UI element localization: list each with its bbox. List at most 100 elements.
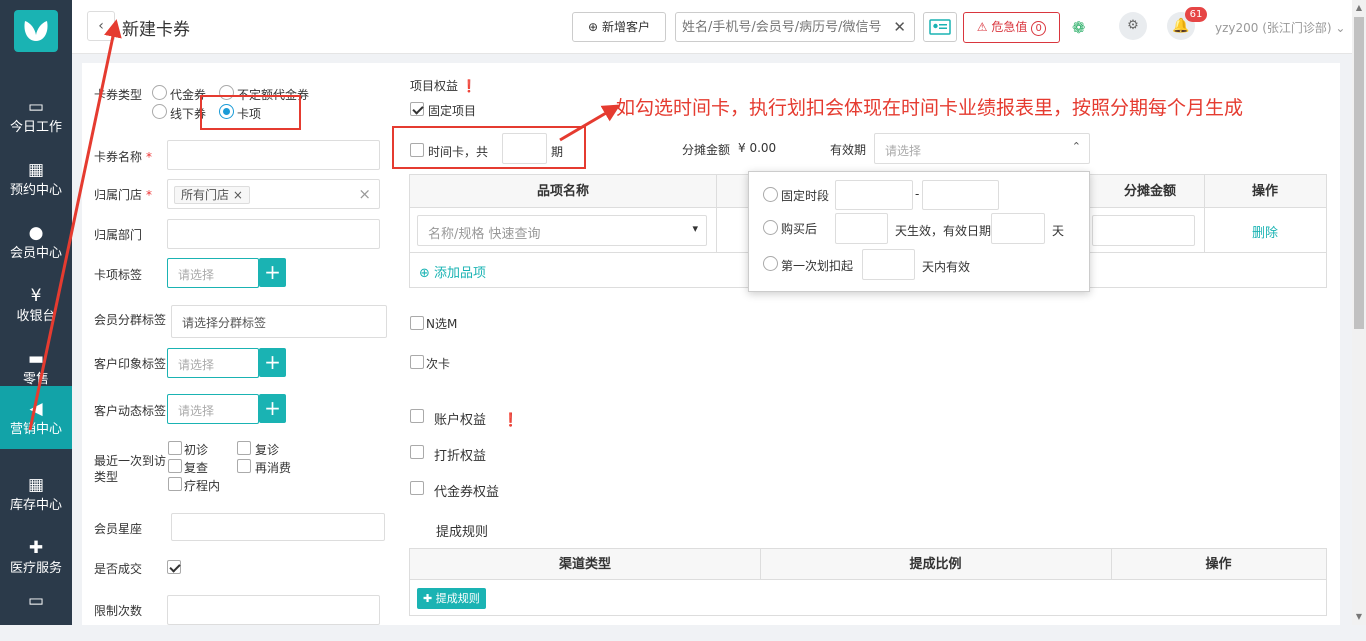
grid-icon: ▦ <box>27 475 45 495</box>
checkbox-reconsume[interactable] <box>237 459 251 473</box>
col-commission-actions: 操作 <box>1205 557 1232 572</box>
voucher-rights-checkbox[interactable] <box>410 481 424 495</box>
fixed-item-checkbox[interactable] <box>410 102 424 116</box>
add-commission-rule-button[interactable]: ✚ 提成规则 <box>417 588 486 609</box>
scrollbar-thumb[interactable] <box>1354 17 1364 329</box>
project-rights-title: 项目权益 ❗ <box>410 79 477 93</box>
app-logo[interactable] <box>14 10 58 52</box>
valid-days-input[interactable] <box>991 213 1045 244</box>
dept-input[interactable] <box>167 219 380 249</box>
days-unit: 天 <box>1052 224 1065 238</box>
medkit-icon: ✚ <box>28 538 44 558</box>
nav-item-members[interactable]: ● 会员中心 <box>0 210 72 273</box>
n-choose-m-checkbox[interactable] <box>410 316 424 330</box>
nav-item-inventory[interactable]: ▦ 库存中心 <box>0 462 72 525</box>
dynamic-tag-select[interactable]: 请选择 <box>167 394 259 424</box>
constellation-input[interactable] <box>171 513 385 541</box>
radio-first-deduct[interactable] <box>763 256 778 271</box>
commission-title: 提成规则 <box>436 525 489 540</box>
fixed-period-start-input[interactable] <box>835 180 913 210</box>
validity-select[interactable]: 请选择 ⌃ <box>874 133 1090 164</box>
time-card-period-unit: 期 <box>551 145 564 159</box>
caret-down-icon: ▾ <box>692 222 698 235</box>
add-impression-tag-button[interactable]: + <box>259 348 286 377</box>
col-item-name: 品项名称 <box>410 175 716 208</box>
account-rights-label: 账户权益 ❗ <box>434 413 519 428</box>
page-title: 新建卡券 <box>122 20 190 40</box>
nav-item-cashier[interactable]: ¥ 收银台 <box>0 273 72 336</box>
info-icon[interactable]: ❗ <box>503 413 519 428</box>
radio-fixed-period[interactable] <box>763 187 778 202</box>
wechat-icon[interactable]: ❁ <box>1072 18 1085 37</box>
visit-type-label: 最近一次到访 <box>94 454 167 468</box>
nav-item-marketing[interactable]: ◀ 营销中心 <box>0 386 72 449</box>
scroll-down-icon[interactable]: ▼ <box>1352 609 1366 625</box>
add-item-link[interactable]: ⊕ 添加品项 <box>419 262 486 281</box>
group-tag-label: 会员分群标签 <box>94 313 167 327</box>
after-purchase-label: 购买后 <box>781 222 818 236</box>
critical-value-label: 危急值 <box>991 20 1028 34</box>
deal-checkbox[interactable] <box>167 560 181 574</box>
delete-link[interactable]: 删除 <box>1252 222 1278 241</box>
time-card-checkbox[interactable] <box>410 143 424 157</box>
nav-item-today-work[interactable]: ▭ 今日工作 <box>0 84 72 147</box>
item-search-select[interactable]: 名称/规格 快速查询 ▾ <box>417 215 707 246</box>
col-share-amount: 分摊金额 <box>1096 175 1204 208</box>
top-bar: ‹ 新建卡券 ⊕ 新增客户 ✕ ⚠ 危急值 0 ❁ ⚙ 🔔 61 yzy200 … <box>72 0 1352 54</box>
nav-item-more[interactable]: ▭ <box>0 578 72 641</box>
radio-voucher[interactable] <box>152 85 167 100</box>
group-tag-select[interactable]: 请选择分群标签 <box>171 305 387 338</box>
checkbox-in-treatment[interactable] <box>168 477 182 491</box>
valid-within-label: 天内有效 <box>922 260 971 274</box>
discount-rights-checkbox[interactable] <box>410 445 424 459</box>
card-tag-select[interactable]: 请选择 <box>167 258 259 288</box>
id-card-button[interactable] <box>923 12 957 42</box>
fixed-item-label: 固定项目 <box>428 104 477 118</box>
form-panel: 卡券类型 代金券 不定额代金券 线下券 卡项 卡券名称 * 归属门店 * 所有门店 … <box>82 63 1340 625</box>
add-dynamic-tag-button[interactable]: + <box>259 394 286 423</box>
checkbox-return-visit[interactable] <box>237 441 251 455</box>
annotation-text: 如勾选时间卡，执行划扣会体现在时间卡业绩报表里，按照分期每个月生成 <box>616 97 1244 119</box>
clear-search-icon[interactable]: ✕ <box>893 18 906 36</box>
limit-count-input[interactable] <box>167 595 380 625</box>
impression-tag-select[interactable]: 请选择 <box>167 348 259 378</box>
warning-icon: ⚠ <box>976 20 988 34</box>
first-visit-label: 初诊 <box>184 443 209 457</box>
radio-after-purchase[interactable] <box>763 220 778 235</box>
info-icon[interactable]: ❗ <box>462 79 477 93</box>
scroll-up-icon[interactable]: ▲ <box>1352 0 1366 16</box>
nav-label: 医疗服务 <box>9 561 62 576</box>
dynamic-tag-label: 客户动态标签 <box>94 404 167 418</box>
card-name-input[interactable] <box>167 140 380 170</box>
col-divider <box>1111 549 1112 580</box>
first-deduct-days-input[interactable] <box>862 249 915 280</box>
add-card-tag-button[interactable]: + <box>259 258 286 287</box>
fixed-period-end-input[interactable] <box>922 180 999 210</box>
nav-label: 收银台 <box>16 309 56 324</box>
nav-item-appointment[interactable]: ▦ 预约中心 <box>0 147 72 210</box>
count-card-checkbox[interactable] <box>410 355 424 369</box>
col-channel-type: 渠道类型 <box>410 549 760 580</box>
clear-store-icon[interactable]: × <box>358 185 371 203</box>
back-button[interactable]: ‹ <box>87 11 115 41</box>
share-amount-input[interactable] <box>1092 215 1195 246</box>
effective-days-input[interactable] <box>835 213 888 244</box>
store-select[interactable]: 所有门店 × × <box>167 179 380 209</box>
dept-label: 归属部门 <box>94 228 143 242</box>
checkbox-first-visit[interactable] <box>168 441 182 455</box>
critical-value-button[interactable]: ⚠ 危急值 0 <box>963 12 1060 43</box>
remove-tag-icon[interactable]: × <box>233 188 243 202</box>
checkbox-recheck[interactable] <box>168 459 182 473</box>
user-menu[interactable]: yzy200 (张江门诊部) ⌄ <box>1215 19 1345 36</box>
col-actions: 操作 <box>1204 175 1326 208</box>
card-name-label: 卡券名称 * <box>94 150 153 164</box>
search-input[interactable] <box>682 18 882 36</box>
nav-label: 预约中心 <box>9 183 62 198</box>
team-settings-icon[interactable]: ⚙ <box>1119 12 1147 40</box>
add-customer-button[interactable]: ⊕ 新增客户 <box>572 12 666 42</box>
fixed-period-label: 固定时段 <box>781 189 830 203</box>
validity-label: 有效期 <box>830 143 867 157</box>
radio-offline[interactable] <box>152 104 167 119</box>
time-card-periods-input[interactable] <box>502 133 547 164</box>
account-rights-checkbox[interactable] <box>410 409 424 423</box>
